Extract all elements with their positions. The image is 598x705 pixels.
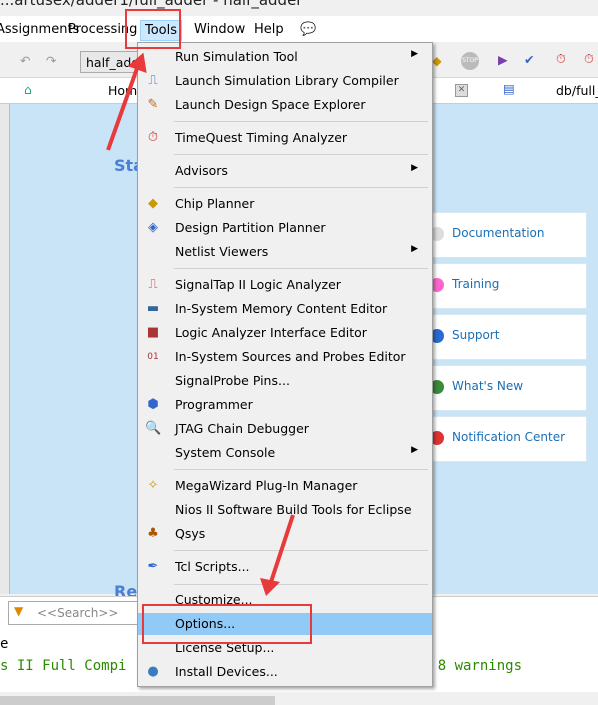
annotation-arrows: [106, 52, 295, 596]
arrowhead-tools: [127, 52, 147, 73]
arrow-to-tools: [106, 59, 142, 151]
arrowhead-options: [260, 578, 280, 596]
arrow-to-options: [268, 514, 295, 586]
